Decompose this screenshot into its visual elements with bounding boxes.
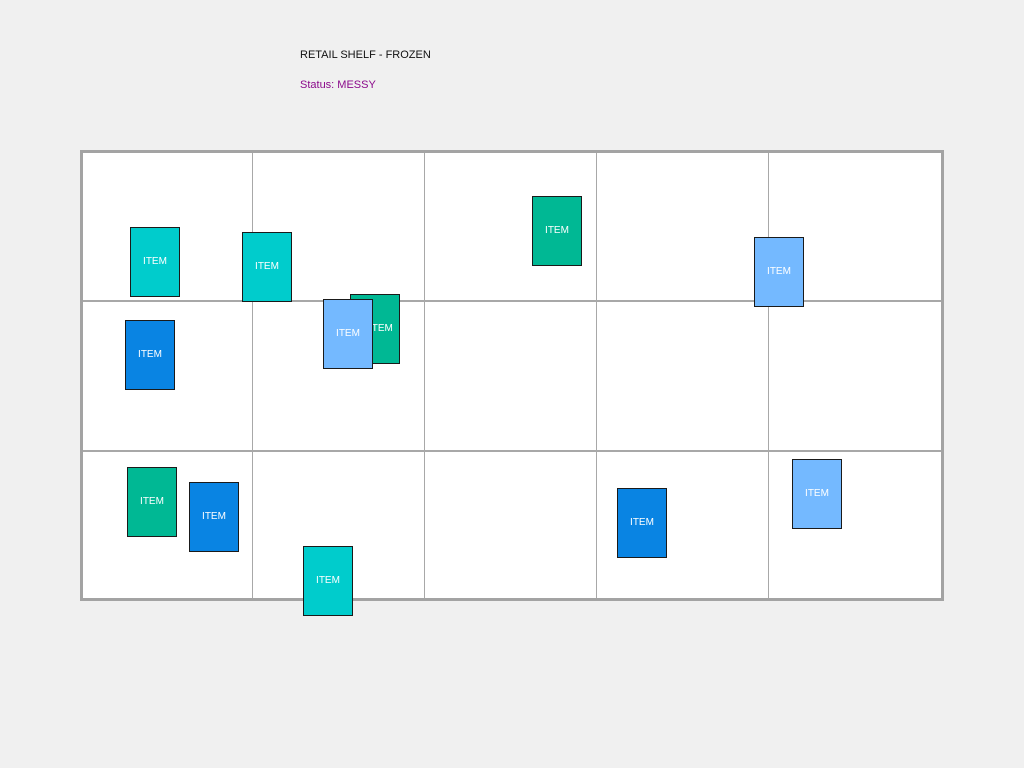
shelf-divider (596, 153, 597, 598)
shelf-item[interactable]: ITEM (532, 196, 582, 266)
shelf-item[interactable]: ITEM (127, 467, 177, 537)
shelf-item[interactable]: ITEM (617, 488, 667, 558)
shelf-divider (424, 153, 425, 598)
shelf-item[interactable]: ITEM (792, 459, 842, 529)
shelf-scene: RETAIL SHELF - FROZEN Status: MESSY ITEM… (0, 0, 1024, 768)
shelf-item[interactable]: ITEM (125, 320, 175, 390)
shelf-item[interactable]: ITEM (303, 546, 353, 616)
shelf-item[interactable]: ITEM (754, 237, 804, 307)
shelf-item[interactable]: ITEM (130, 227, 180, 297)
shelf-divider (768, 153, 769, 598)
shelf-divider (83, 450, 941, 452)
shelf-divider (252, 153, 253, 598)
shelf-divider (83, 300, 941, 302)
shelf-item[interactable]: ITEM (323, 299, 373, 369)
shelf-item[interactable]: ITEM (242, 232, 292, 302)
shelf-item[interactable]: ITEM (189, 482, 239, 552)
page-title: RETAIL SHELF - FROZEN (300, 49, 431, 61)
status-label: Status: MESSY (300, 79, 376, 91)
